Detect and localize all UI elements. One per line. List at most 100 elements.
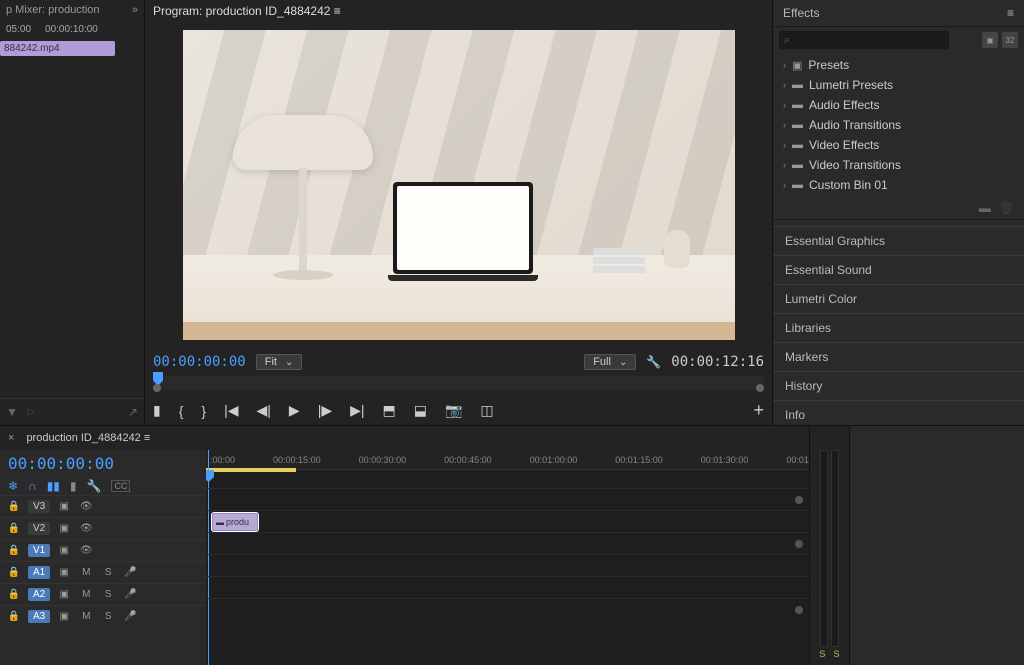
mute-button[interactable]: M bbox=[78, 609, 94, 625]
out-point-handle[interactable] bbox=[756, 384, 764, 392]
tree-item-audio-effects[interactable]: ›▬Audio Effects bbox=[773, 95, 1024, 115]
panel-info[interactable]: Info bbox=[773, 400, 1024, 429]
filter-icon[interactable]: ▼ bbox=[6, 405, 18, 419]
lock-icon[interactable]: 🔒 bbox=[6, 565, 22, 581]
tree-item-audio-transitions[interactable]: ›▬Audio Transitions bbox=[773, 115, 1024, 135]
time-ruler[interactable]: :00:00 00:00:15:00 00:00:30:00 00:00:45:… bbox=[206, 450, 809, 470]
track-header-v1[interactable]: 🔒V1▣👁 bbox=[0, 539, 206, 561]
accelerated-filter-icon[interactable]: ▣ bbox=[982, 32, 998, 48]
lift-button[interactable]: ⬒ bbox=[383, 402, 396, 419]
timeline-tracks[interactable]: :00:00 00:00:15:00 00:00:30:00 00:00:45:… bbox=[206, 450, 809, 665]
lock-icon[interactable]: 🔒 bbox=[6, 587, 22, 603]
track-handle[interactable] bbox=[795, 496, 803, 504]
program-scrubber[interactable] bbox=[153, 376, 764, 390]
track-header-a2[interactable]: 🔒A2▣MS🎤 bbox=[0, 583, 206, 605]
tree-item-presets[interactable]: ›▣Presets bbox=[773, 55, 1024, 75]
tree-item-custom-bin[interactable]: ›▬Custom Bin 01 bbox=[773, 175, 1024, 195]
mute-button[interactable]: M bbox=[78, 565, 94, 581]
work-area-bar[interactable] bbox=[206, 468, 296, 472]
new-bin-icon[interactable]: ▬ bbox=[979, 201, 991, 215]
lock-icon[interactable]: 🔒 bbox=[6, 609, 22, 625]
source-clip[interactable]: 884242.mp4 bbox=[0, 41, 115, 56]
video-clip[interactable]: ▬produ bbox=[212, 513, 258, 531]
sync-lock-icon[interactable]: ▣ bbox=[56, 609, 72, 625]
in-point-handle[interactable] bbox=[153, 384, 161, 392]
quality-dropdown[interactable]: Full bbox=[584, 354, 636, 370]
track-v1[interactable] bbox=[206, 532, 809, 554]
eye-icon[interactable]: 👁 bbox=[78, 521, 94, 537]
panel-libraries[interactable]: Libraries bbox=[773, 313, 1024, 342]
solo-button[interactable]: S bbox=[100, 587, 116, 603]
track-header-v2[interactable]: 🔒V2▣👁 bbox=[0, 517, 206, 539]
marker-add-icon[interactable]: ▮ bbox=[70, 479, 77, 493]
expand-icon[interactable]: » bbox=[132, 4, 138, 16]
marker-button[interactable]: ▮ bbox=[153, 402, 161, 419]
panel-markers[interactable]: Markers bbox=[773, 342, 1024, 371]
voice-over-icon[interactable]: 🎤 bbox=[122, 587, 138, 603]
track-header-v3[interactable]: 🔒V3▣👁 bbox=[0, 495, 206, 517]
program-timecode-in[interactable]: 00:00:00:00 bbox=[153, 354, 246, 370]
effects-search-input[interactable] bbox=[779, 31, 949, 49]
zoom-fit-dropdown[interactable]: Fit bbox=[256, 354, 303, 370]
compare-button[interactable]: ◫ bbox=[480, 402, 493, 419]
track-header-a1[interactable]: 🔒A1▣MS🎤 bbox=[0, 561, 206, 583]
panel-lumetri-color[interactable]: Lumetri Color bbox=[773, 284, 1024, 313]
sequence-tab[interactable]: production ID_4884242 ≡ bbox=[18, 428, 158, 448]
program-monitor[interactable] bbox=[145, 22, 772, 348]
32bit-filter-icon[interactable]: 32 bbox=[1002, 32, 1018, 48]
step-forward-button[interactable]: |▶ bbox=[318, 402, 332, 419]
sync-lock-icon[interactable]: ▣ bbox=[56, 565, 72, 581]
solo-button[interactable]: S bbox=[100, 609, 116, 625]
go-to-in-button[interactable]: |◀ bbox=[224, 402, 238, 419]
track-a2[interactable] bbox=[206, 576, 809, 598]
source-tab[interactable]: p Mixer: production » bbox=[0, 0, 144, 20]
delete-icon[interactable]: 🗑 bbox=[999, 201, 1014, 215]
eye-icon[interactable]: 👁 bbox=[78, 543, 94, 559]
solo-left-button[interactable]: S bbox=[819, 649, 825, 659]
sync-lock-icon[interactable]: ▣ bbox=[56, 521, 72, 537]
eye-icon[interactable]: 👁 bbox=[78, 499, 94, 515]
program-duration[interactable]: 00:00:12:16 bbox=[671, 354, 764, 370]
extract-button[interactable]: ⬓ bbox=[414, 402, 427, 419]
sync-lock-icon[interactable]: ▣ bbox=[56, 543, 72, 559]
close-icon[interactable]: × bbox=[8, 432, 14, 444]
panel-menu-icon[interactable]: ≡ bbox=[1007, 6, 1014, 20]
mute-button[interactable]: M bbox=[78, 587, 94, 603]
markers-icon[interactable]: ▮▮ bbox=[47, 479, 60, 493]
solo-right-button[interactable]: S bbox=[833, 649, 839, 659]
voice-over-icon[interactable]: 🎤 bbox=[122, 565, 138, 581]
track-v2[interactable]: ▬produ bbox=[206, 510, 809, 532]
track-a3[interactable] bbox=[206, 598, 809, 620]
lock-icon[interactable]: 🔒 bbox=[6, 521, 22, 537]
panel-history[interactable]: History bbox=[773, 371, 1024, 400]
tree-item-video-effects[interactable]: ›▬Video Effects bbox=[773, 135, 1024, 155]
in-point-button[interactable]: { bbox=[179, 403, 184, 419]
track-a1[interactable] bbox=[206, 554, 809, 576]
track-v3[interactable] bbox=[206, 488, 809, 510]
panel-essential-graphics[interactable]: Essential Graphics bbox=[773, 226, 1024, 255]
sync-lock-icon[interactable]: ▣ bbox=[56, 499, 72, 515]
snap-icon[interactable]: ❄ bbox=[8, 479, 18, 493]
voice-over-icon[interactable]: 🎤 bbox=[122, 609, 138, 625]
step-back-button[interactable]: ◀| bbox=[257, 402, 271, 419]
program-tab[interactable]: Program: production ID_4884242 ≡ bbox=[145, 0, 772, 22]
linked-selection-icon[interactable]: ∩ bbox=[28, 479, 37, 493]
tree-item-video-transitions[interactable]: ›▬Video Transitions bbox=[773, 155, 1024, 175]
export-icon[interactable]: ↗ bbox=[128, 405, 138, 419]
go-to-out-button[interactable]: ▶| bbox=[350, 402, 364, 419]
timeline-timecode[interactable]: 00:00:00:00 bbox=[8, 454, 114, 473]
tree-item-lumetri[interactable]: ›▬Lumetri Presets bbox=[773, 75, 1024, 95]
tag-icon[interactable]: ⊳ bbox=[26, 405, 36, 419]
settings-wrench-icon[interactable]: 🔧 bbox=[87, 479, 102, 493]
solo-button[interactable]: S bbox=[100, 565, 116, 581]
cc-icon[interactable]: CC bbox=[111, 480, 130, 492]
out-point-button[interactable]: } bbox=[201, 403, 206, 419]
sync-lock-icon[interactable]: ▣ bbox=[56, 587, 72, 603]
panel-essential-sound[interactable]: Essential Sound bbox=[773, 255, 1024, 284]
export-frame-button[interactable]: 📷 bbox=[445, 402, 462, 419]
track-header-a3[interactable]: 🔒A3▣MS🎤 bbox=[0, 605, 206, 627]
track-handle[interactable] bbox=[795, 606, 803, 614]
track-handle[interactable] bbox=[795, 540, 803, 548]
lock-icon[interactable]: 🔒 bbox=[6, 499, 22, 515]
settings-icon[interactable]: 🔧 bbox=[646, 355, 661, 369]
